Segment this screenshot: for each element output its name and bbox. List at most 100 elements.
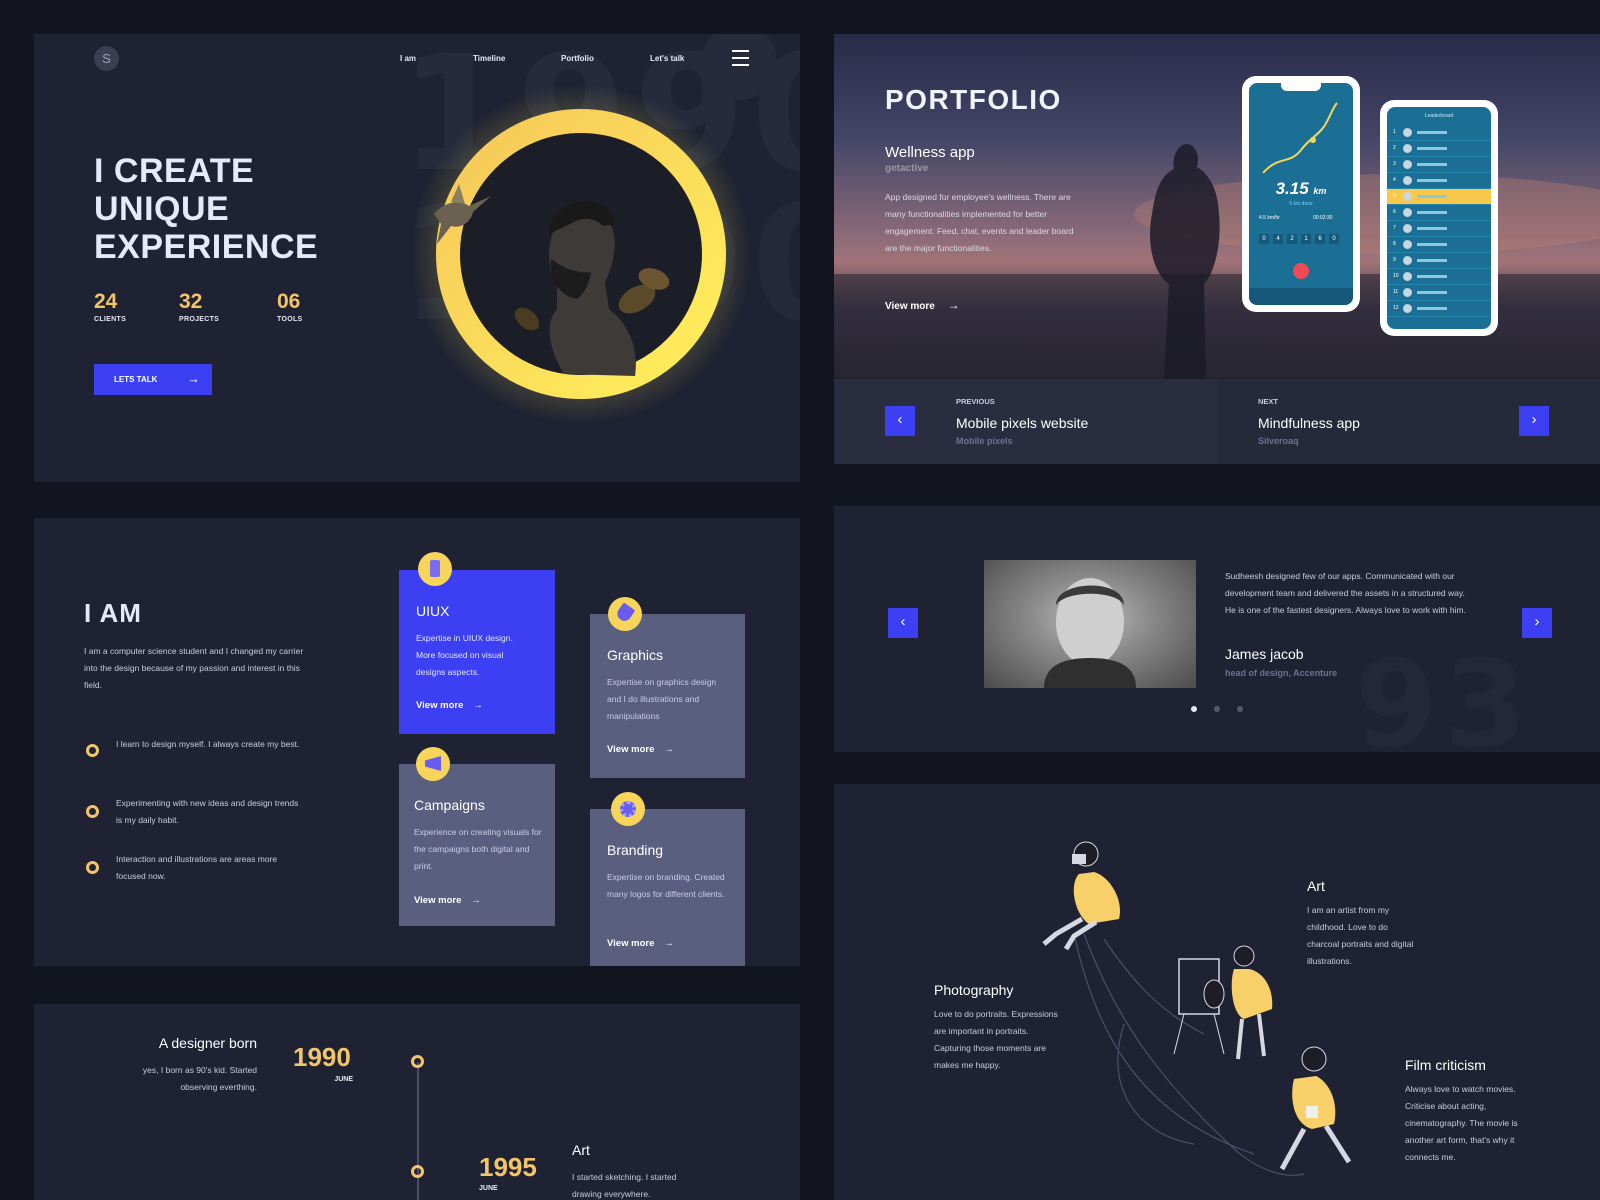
previous-project-subtitle: Mobile pixels [956, 436, 1013, 446]
leaderboard-name-placeholder [1417, 275, 1447, 278]
arrow-right-icon: → [947, 298, 960, 312]
stat-value: 24 [94, 290, 118, 313]
previous-project-title[interactable]: Mobile pixels website [956, 415, 1088, 431]
testimonial-section: 93 ‹ Sudheesh designed few of our apps. … [834, 506, 1600, 752]
leaderboard-row: 5 [1387, 189, 1491, 205]
avatar [1403, 208, 1412, 217]
hobby-desc-photography: Love to do portraits. Expressions are im… [934, 1009, 1058, 1070]
next-project-title[interactable]: Mindfulness app [1258, 415, 1360, 431]
film-critic-figure [1279, 1046, 1352, 1171]
stat-clients: 24 CLIENTS [94, 290, 126, 323]
previous-label: PREVIOUS [956, 397, 995, 406]
nav-item-portfolio[interactable]: Portfolio [561, 54, 594, 63]
duration-readout: 00:02:30 [1313, 215, 1333, 221]
nav-item-timeline[interactable]: Timeline [473, 54, 505, 63]
i-am-heading: I AM [84, 598, 142, 628]
leaderboard-name-placeholder [1417, 131, 1447, 134]
lets-talk-label: LETS TALK [114, 375, 158, 384]
leaderboard-rank: 9 [1393, 257, 1396, 263]
carousel-dot-active[interactable] [1191, 706, 1197, 712]
avatar [1403, 224, 1412, 233]
view-more-link[interactable]: View more → [416, 700, 483, 711]
step-counter: 0 4 2 1 6 0 [1259, 234, 1345, 244]
portfolio-heading: PORTFOLIO [885, 84, 1062, 115]
skill-card-branding[interactable]: Branding Expertise on branding. Created … [590, 809, 745, 966]
skill-card-uiux[interactable]: UIUX Expertise in UIUX design. More focu… [399, 570, 555, 734]
card-description: Expertise on branding. Created many logo… [607, 872, 725, 899]
view-more-label: View more [607, 938, 655, 949]
timeline-year: 1995 [479, 1152, 537, 1182]
nav-item-lets-talk[interactable]: Let's talk [650, 54, 684, 63]
carousel-dot[interactable] [1237, 706, 1243, 712]
timeline-line [417, 1062, 419, 1200]
testimonial-next-button[interactable]: › [1522, 608, 1552, 638]
stat-projects: 32 PROJECTS [179, 290, 219, 323]
distance-sub: 5 km done [1289, 201, 1313, 207]
timeline-month: JUNE [334, 1076, 353, 1083]
stat-tools: 06 TOOLS [277, 290, 302, 323]
stat-value: 32 [179, 290, 203, 313]
carousel-dot[interactable] [1214, 706, 1220, 712]
timeline-event-title: A designer born [158, 1035, 257, 1051]
lets-talk-button[interactable]: LETS TALK → [94, 364, 212, 395]
avatar [1403, 272, 1412, 281]
view-more-link[interactable]: View more → [607, 938, 674, 949]
arrow-right-icon: → [664, 938, 674, 949]
testimonial-prev-button[interactable]: ‹ [888, 608, 918, 638]
photographer-figure [1042, 841, 1120, 951]
reviewer-photo [984, 560, 1196, 688]
leaderboard-row: 7 [1387, 221, 1491, 237]
timeline-month: JUNE [479, 1185, 498, 1192]
view-more-label: View more [607, 744, 655, 755]
avatar [1403, 144, 1412, 153]
hamburger-menu-icon[interactable] [732, 50, 749, 66]
logo[interactable]: S [94, 46, 119, 71]
leaderboard-rank: 4 [1393, 177, 1396, 183]
next-project-subtitle: Silveroaq [1258, 436, 1299, 446]
leaderboard-title: Leaderboard [1424, 113, 1454, 119]
testimonial-background-digits: 93 [1354, 636, 1533, 753]
painter-figure [1173, 945, 1273, 1060]
leaderboard-rank: 6 [1393, 209, 1396, 215]
avatar [1403, 240, 1412, 249]
timeline-section: A designer born yes, I born as 90's kid.… [34, 1004, 800, 1200]
route-path-graphic [1262, 102, 1338, 174]
leaderboard-name-placeholder [1417, 291, 1447, 294]
card-title: UIUX [416, 603, 450, 619]
skill-card-campaigns[interactable]: Campaigns Experience on creating visuals… [399, 764, 555, 926]
view-more-link[interactable]: View more → [885, 298, 960, 312]
view-more-link[interactable]: View more → [607, 744, 674, 755]
hero-title: I CREATE UNIQUE EXPERIENCE [94, 152, 319, 266]
reviewer-face-image [1044, 578, 1136, 688]
hero-section: 1990 1990 S I am Timeline Portfolio Let'… [34, 34, 800, 482]
leaderboard-row: 1 [1387, 125, 1491, 141]
next-arrow-button[interactable]: › [1519, 406, 1549, 436]
previous-arrow-button[interactable]: ‹ [885, 406, 915, 436]
stat-label: CLIENTS [94, 316, 127, 323]
skill-card-graphics[interactable]: Graphics Expertise on graphics design an… [590, 614, 745, 778]
leaderboard-row: 11 [1387, 285, 1491, 301]
distance-unit: km [1313, 186, 1327, 196]
phone-screen: Leaderboard 1 2 3 4 5 6 7 8 9 10 11 12 [1387, 107, 1491, 329]
phone-icon [418, 552, 452, 586]
portfolio-section: PORTFOLIO Wellness app getactive App des… [834, 34, 1600, 464]
timeline-event-title: Art [572, 1142, 590, 1158]
chevron-right-icon: › [1534, 613, 1540, 630]
megaphone-icon [416, 747, 450, 781]
avatar [1403, 176, 1412, 185]
portfolio-navigation: ‹ PREVIOUS Mobile pixels website Mobile … [834, 379, 1600, 464]
leaderboard-rank: 3 [1393, 161, 1396, 167]
nav-item-i-am[interactable]: I am [400, 54, 416, 63]
arrow-right-icon: → [471, 895, 481, 906]
avatar [1403, 192, 1412, 201]
card-title: Graphics [607, 647, 664, 663]
project-client: getactive [885, 163, 929, 174]
stat-label: PROJECTS [179, 316, 220, 323]
i-am-intro: I am a computer science student and I ch… [84, 646, 304, 690]
leaderboard-row: 2 [1387, 141, 1491, 157]
bullet-text: I learn to design myself. I always creat… [116, 739, 300, 749]
leaderboard-rank: 2 [1393, 145, 1396, 151]
view-more-label: View more [414, 895, 462, 906]
stat-value: 06 [277, 290, 301, 313]
view-more-link[interactable]: View more → [414, 895, 481, 906]
